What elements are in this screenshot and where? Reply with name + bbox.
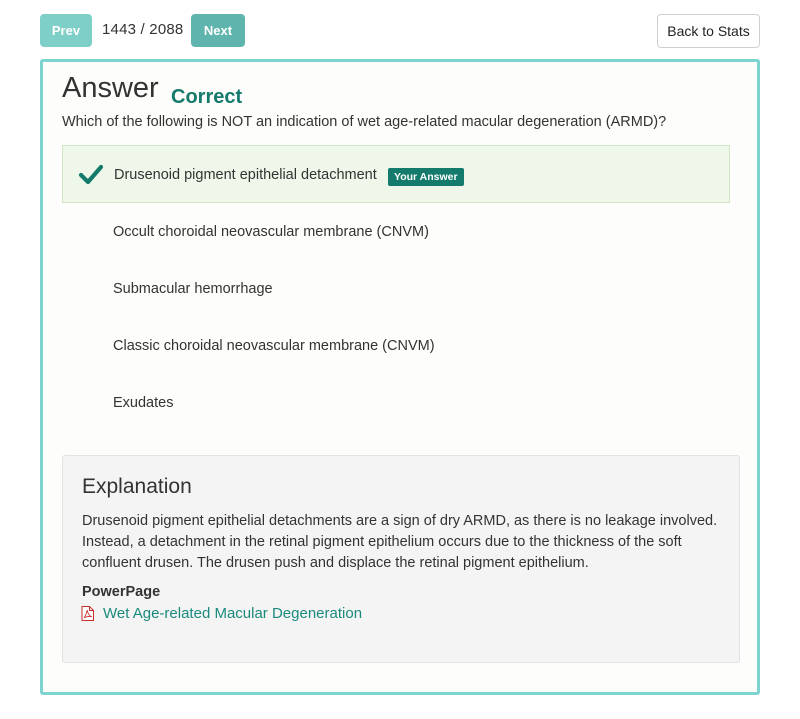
answer-heading: Answer: [62, 72, 159, 104]
navigation-bar: Prev 1443 / 2088 Next Back to Stats: [0, 0, 800, 60]
answer-option-1[interactable]: Drusenoid pigment epithelial detachment …: [62, 145, 730, 203]
powerpage-label: PowerPage: [82, 584, 161, 600]
check-icon: [79, 164, 103, 185]
back-to-stats-button[interactable]: Back to Stats: [657, 14, 760, 48]
question-counter: 1443 / 2088: [102, 21, 184, 38]
your-answer-badge: Your Answer: [388, 168, 464, 186]
next-button[interactable]: Next: [191, 14, 245, 47]
answer-option-label: Drusenoid pigment epithelial detachment: [114, 167, 377, 183]
answer-option-label: Exudates: [113, 395, 174, 411]
answer-card: Answer Correct Which of the following is…: [40, 59, 760, 695]
explanation-text: Drusenoid pigment epithelial detachments…: [82, 513, 718, 571]
answer-option-2[interactable]: Occult choroidal neovascular membrane (C…: [62, 203, 730, 261]
answer-option-5[interactable]: Exudates: [62, 374, 730, 432]
pdf-icon: [81, 606, 94, 621]
answer-option-label: Submacular hemorrhage: [113, 281, 273, 297]
explanation-panel: Explanation Drusenoid pigment epithelial…: [62, 455, 740, 663]
powerpage-link-label: Wet Age-related Macular Degeneration: [103, 605, 363, 622]
correct-status: Correct: [171, 86, 243, 108]
answer-option-3[interactable]: Submacular hemorrhage: [62, 260, 730, 318]
answer-option-4[interactable]: Classic choroidal neovascular membrane (…: [62, 317, 730, 375]
prev-button[interactable]: Prev: [40, 14, 92, 47]
answer-option-label: Occult choroidal neovascular membrane (C…: [113, 224, 429, 240]
answer-option-label: Classic choroidal neovascular membrane (…: [113, 338, 435, 354]
explanation-heading: Explanation: [82, 475, 192, 498]
question-text: Which of the following is NOT an indicat…: [62, 114, 667, 130]
